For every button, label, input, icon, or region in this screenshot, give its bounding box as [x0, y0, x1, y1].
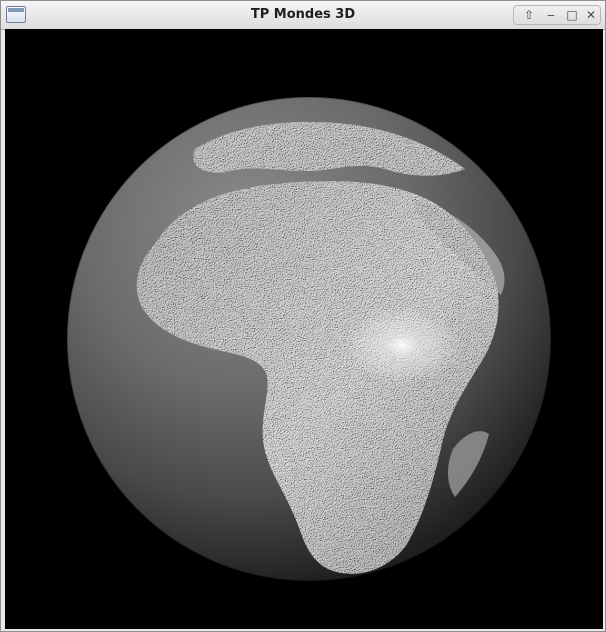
title-bar: TP Mondes 3D ⇧ ‒ □ ✕: [1, 1, 605, 30]
globe-icon: [66, 96, 552, 582]
3d-viewport[interactable]: [5, 29, 603, 629]
maximize-button[interactable]: □: [563, 7, 581, 23]
app-window: TP Mondes 3D ⇧ ‒ □ ✕: [0, 0, 606, 632]
minimize-button[interactable]: ‒: [542, 7, 560, 23]
shade-button[interactable]: ⇧: [520, 7, 538, 23]
specular-highlight: [323, 299, 467, 395]
window-controls: ⇧ ‒ □ ✕: [513, 5, 601, 25]
close-button[interactable]: ✕: [582, 7, 600, 23]
